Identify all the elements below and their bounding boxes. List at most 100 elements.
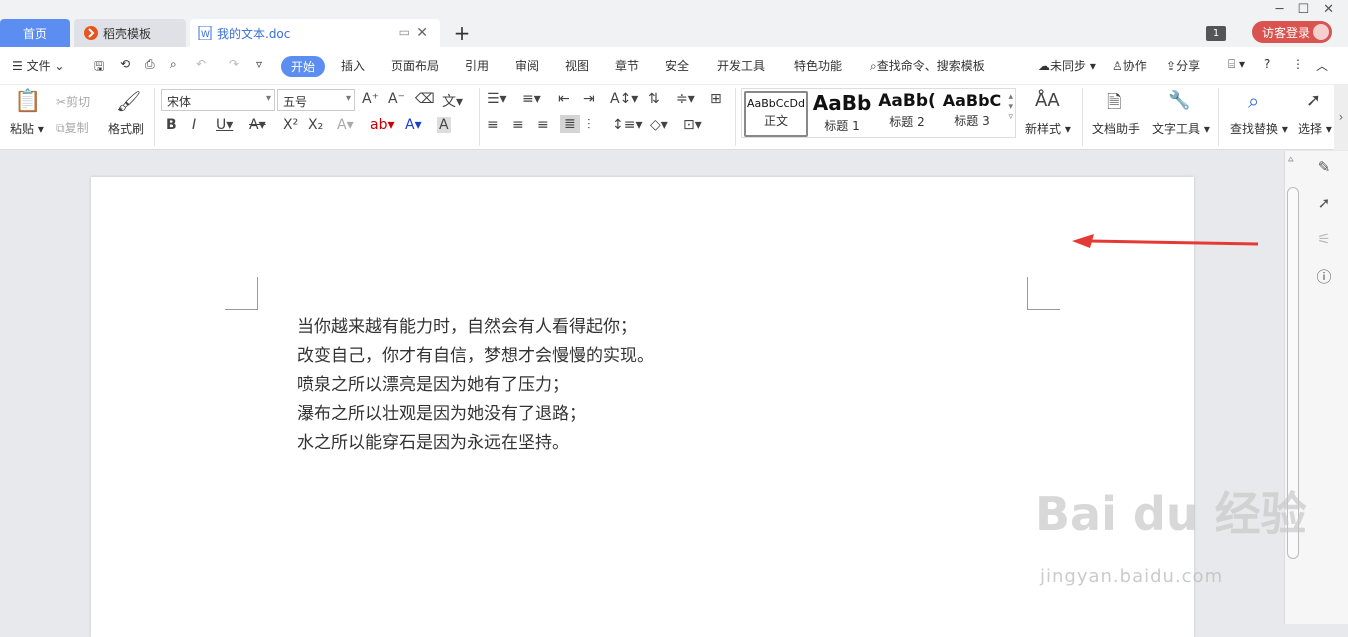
- close-tab-icon[interactable]: ✕: [416, 25, 428, 41]
- highlight-icon[interactable]: ab▾: [370, 117, 395, 133]
- line-spacing-icon[interactable]: ↕≡▾: [612, 117, 643, 133]
- shrink-font-icon[interactable]: A⁻: [388, 91, 405, 107]
- format-painter-icon[interactable]: 🖌: [116, 89, 141, 113]
- strikethrough-icon[interactable]: A▾: [249, 117, 266, 133]
- text-tools-button[interactable]: 文字工具 ▾: [1152, 120, 1210, 137]
- select-pointer-icon[interactable]: ➚: [1313, 194, 1335, 212]
- new-tab-button[interactable]: +: [452, 21, 472, 45]
- menu-review[interactable]: 审阅: [515, 57, 539, 74]
- paste-button[interactable]: 粘贴 ▾: [10, 120, 44, 137]
- italic-icon[interactable]: I: [192, 117, 196, 133]
- redo-icon[interactable]: ↷: [229, 57, 239, 71]
- window-count-badge[interactable]: 1: [1206, 26, 1226, 41]
- table-icon[interactable]: ⊞: [710, 91, 722, 107]
- menu-start[interactable]: 开始: [281, 56, 326, 77]
- doc-helper-button[interactable]: 文档助手: [1092, 120, 1140, 137]
- underline-icon[interactable]: U▾: [216, 117, 233, 133]
- guest-login-button[interactable]: 访客登录: [1252, 21, 1332, 43]
- char-shading-icon[interactable]: A: [437, 117, 451, 133]
- print-icon[interactable]: ⎙: [145, 57, 155, 72]
- maximize-icon[interactable]: ☐: [1297, 2, 1309, 17]
- minimize-icon[interactable]: ─: [1276, 2, 1284, 17]
- menu-file[interactable]: ☰ 文件 ⌄: [12, 57, 64, 74]
- menu-page-layout[interactable]: 页面布局: [391, 57, 439, 74]
- style-heading-1[interactable]: AaBb 标题 1: [810, 91, 874, 137]
- edit-pen-icon[interactable]: ✎: [1313, 158, 1335, 176]
- menu-chapter[interactable]: 章节: [615, 57, 639, 74]
- scroll-up-icon[interactable]: ⩠: [1288, 155, 1293, 165]
- font-name-select[interactable]: 宋体: [161, 89, 275, 111]
- doc-helper-icon[interactable]: 🗎: [1107, 90, 1121, 120]
- sync-status[interactable]: ☁未同步 ▾: [1038, 57, 1096, 74]
- subscript-icon[interactable]: X₂: [308, 117, 323, 133]
- copy-button[interactable]: ⧉复制: [56, 119, 89, 136]
- style-scroll-icon[interactable]: ▴ ▾ ▿: [1008, 92, 1013, 122]
- collab-button[interactable]: ♙协作: [1112, 57, 1147, 74]
- share-button[interactable]: ⇪分享: [1166, 57, 1200, 74]
- style-heading-2[interactable]: AaBb( 标题 2: [875, 91, 939, 137]
- wrench-icon[interactable]: 🔧: [1168, 90, 1190, 111]
- distribute-icon[interactable]: ⫶: [587, 117, 591, 133]
- print-preview-icon[interactable]: ⌕: [170, 57, 177, 72]
- collapse-ribbon-icon[interactable]: ︿: [1316, 57, 1328, 74]
- shading-icon[interactable]: ◇▾: [650, 117, 668, 133]
- ribbon-scroll-right-icon[interactable]: ›: [1334, 85, 1348, 150]
- tab-document[interactable]: W 我的文本.doc ▭ ✕: [190, 19, 440, 47]
- paste-icon[interactable]: 📋: [14, 89, 41, 114]
- tab-home[interactable]: 首页: [0, 19, 70, 47]
- menu-insert[interactable]: 插入: [341, 57, 365, 74]
- find-replace-button[interactable]: 查找替换 ▾: [1230, 120, 1288, 137]
- style-heading-3[interactable]: AaBbC 标题 3: [940, 91, 1004, 137]
- tab-template[interactable]: 稻壳模板: [74, 19, 186, 47]
- menu-reference[interactable]: 引用: [465, 57, 489, 74]
- increase-indent-icon[interactable]: ⇥: [583, 91, 595, 107]
- help-icon[interactable]: ?: [1264, 57, 1270, 71]
- help-circle-icon[interactable]: ⓘ: [1313, 266, 1335, 287]
- document-body[interactable]: 当你越来越有能力时，自然会有人看得起你； 改变自己，你才有自信，梦想才会慢慢的实…: [297, 313, 654, 458]
- divider: [735, 88, 736, 146]
- font-size-select[interactable]: 五号: [277, 89, 355, 111]
- new-style-icon[interactable]: ÅA: [1035, 90, 1060, 111]
- text-direction-icon[interactable]: A↕▾: [610, 91, 638, 107]
- sort-icon[interactable]: ⇅: [648, 91, 660, 107]
- close-window-icon[interactable]: ✕: [1323, 2, 1334, 17]
- more-icon[interactable]: ⋮: [1292, 57, 1304, 71]
- text-effect-icon[interactable]: A▾: [337, 117, 354, 133]
- search-command[interactable]: ⌕查找命令、搜索模板: [870, 57, 985, 74]
- grow-font-icon[interactable]: A⁺: [362, 91, 379, 107]
- bold-icon[interactable]: B: [166, 117, 177, 133]
- tab-home-label: 首页: [22, 26, 47, 41]
- format-icon[interactable]: ⟲: [120, 57, 130, 71]
- menu-special[interactable]: 特色功能: [794, 57, 842, 74]
- border-icon[interactable]: ⊡▾: [683, 117, 702, 133]
- align-center-icon[interactable]: ≡: [512, 117, 524, 133]
- superscript-icon[interactable]: X²: [283, 117, 298, 133]
- undo-icon[interactable]: ↶: [196, 57, 206, 71]
- decrease-indent-icon[interactable]: ⇤: [558, 91, 570, 107]
- more-dropdown-icon[interactable]: ▿: [256, 57, 262, 71]
- font-color-icon[interactable]: A▾: [405, 117, 422, 133]
- find-icon[interactable]: ⌕: [1248, 89, 1259, 113]
- style-normal[interactable]: AaBbCcDd 正文: [744, 91, 808, 137]
- phonetic-icon[interactable]: 文▾: [442, 91, 463, 111]
- line-spacing-adjust-icon[interactable]: ≑▾: [676, 91, 695, 107]
- save-icon[interactable]: 🖫: [94, 57, 104, 78]
- menu-view[interactable]: 视图: [565, 57, 589, 74]
- paragraph-line: 瀑布之所以壮观是因为她没有了退路；: [297, 404, 586, 424]
- monitor-icon[interactable]: ▭: [399, 25, 410, 39]
- align-right-icon[interactable]: ≡: [537, 117, 549, 133]
- justify-icon[interactable]: ≣: [560, 115, 580, 133]
- menu-security[interactable]: 安全: [665, 57, 689, 74]
- clear-format-icon[interactable]: ⌫: [415, 91, 435, 107]
- format-painter-button[interactable]: 格式刷: [108, 120, 144, 137]
- cut-button[interactable]: ✂剪切: [56, 93, 90, 110]
- bullet-list-icon[interactable]: ☰▾: [487, 91, 507, 107]
- new-style-button[interactable]: 新样式 ▾: [1025, 120, 1071, 137]
- numbered-list-icon[interactable]: ≡▾: [522, 91, 541, 107]
- menu-dev-tools[interactable]: 开发工具: [717, 57, 765, 74]
- select-button[interactable]: 选择 ▾: [1298, 120, 1332, 137]
- cursor-icon[interactable]: ➚: [1306, 90, 1321, 111]
- settings-sliders-icon[interactable]: ⚟: [1313, 230, 1335, 248]
- layout-icon[interactable]: ⌸ ▾: [1228, 57, 1245, 72]
- align-left-icon[interactable]: ≡: [487, 117, 499, 133]
